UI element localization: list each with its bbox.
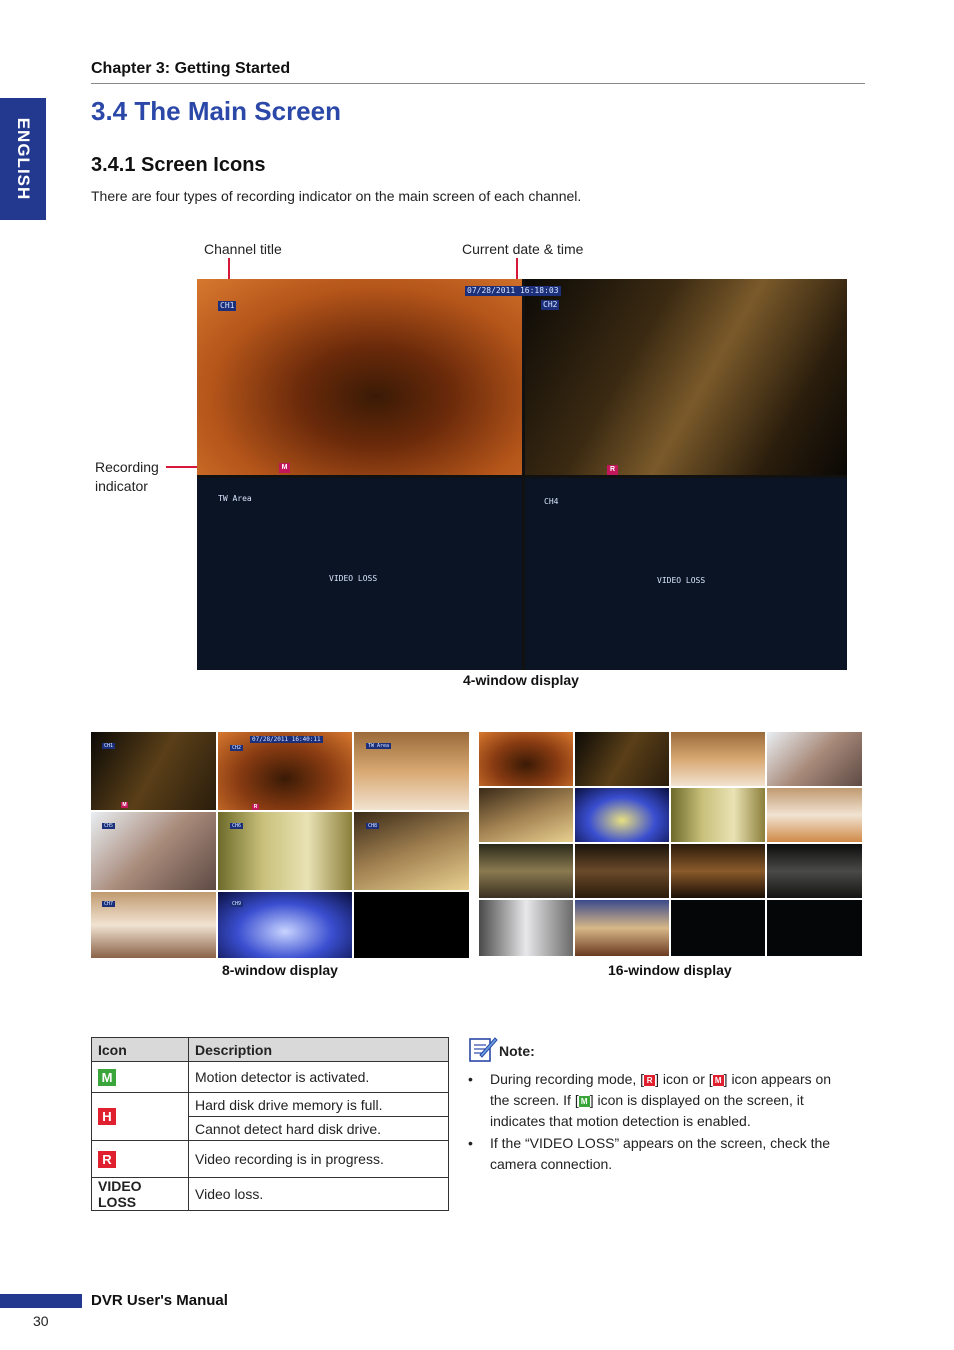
header-rule (91, 83, 865, 84)
cam16-10 (575, 844, 669, 898)
icon-table: Icon Description M Motion detector is ac… (91, 1037, 449, 1211)
table-row-icon-h: H (91, 1092, 189, 1141)
motion-m-mini-icon: M (712, 1075, 724, 1086)
osd8-ch9: CH9 (230, 901, 244, 907)
hdd-h-badge-icon: H (98, 1108, 116, 1125)
cam8-hallway: CH6 (218, 812, 352, 890)
osd-ch3-title: TW Area (218, 494, 252, 503)
label-channel-title: Channel title (204, 241, 282, 257)
page-number: 30 (33, 1313, 49, 1329)
table-cell-desc-m: Motion detector is activated. (188, 1061, 449, 1093)
camera-ch3-video-loss: TW Area VIDEO LOSS (197, 478, 522, 670)
motion-m-green-mini-icon: M (578, 1096, 590, 1107)
osd-ch1: CH1 (218, 301, 237, 311)
cam8-empty (354, 892, 469, 958)
osd8-ch7: CH8 (366, 823, 380, 829)
table-cell-desc-h2: Cannot detect hard disk drive. (188, 1116, 449, 1141)
osd8-ch1: CH1 (102, 743, 116, 749)
cam16-14 (575, 900, 669, 956)
note-text-1b: ] icon or [ (655, 1071, 713, 1087)
four-window-display: CH1 M CH2 R 07/28/2011 16:18:03 TW Area … (197, 279, 847, 670)
note-icon (468, 1035, 498, 1068)
note-bullet-1: During recording mode, [R] icon or [M] i… (468, 1069, 853, 1132)
table-cell-desc-h1: Hard disk drive memory is full. (188, 1092, 449, 1117)
cam8-kitchen: TW Area (354, 732, 469, 810)
camera-ch4-video-loss: CH4 VIDEO LOSS (525, 478, 847, 670)
osd-ch2: CH2 (541, 300, 560, 310)
cam16-16 (767, 900, 862, 956)
caption-16-window: 16-window display (608, 962, 732, 978)
cam16-11 (671, 844, 765, 898)
table-cell-desc-video-loss: Video loss. (188, 1177, 449, 1211)
footer-manual-title: DVR User's Manual (91, 1292, 228, 1309)
cam16-5 (479, 788, 573, 842)
osd8-datetime: 07/28/2011 16:40:11 (250, 736, 323, 743)
subsection-title: 3.4.1 Screen Icons (91, 154, 266, 176)
section-title: 3.4 The Main Screen (91, 96, 341, 126)
cam16-15 (671, 900, 765, 956)
record-r-mini-icon: R (644, 1075, 656, 1086)
rec8-r: R (252, 804, 259, 810)
footer-bar (0, 1294, 82, 1308)
chapter-heading: Chapter 3: Getting Started (91, 60, 291, 77)
cam8-stairs: CH5 (91, 812, 216, 890)
table-cell-video-loss: VIDEO LOSS (91, 1177, 189, 1211)
camera-ch1-staircase: CH1 M (197, 279, 522, 475)
osd-datetime: 07/28/2011 16:18:03 (465, 286, 561, 296)
record-r-badge-icon: R (98, 1150, 116, 1168)
motion-m-badge-icon: M (98, 1068, 116, 1086)
cam16-13 (479, 900, 573, 956)
note-text-1a: During recording mode, [ (490, 1071, 645, 1087)
note-list: During recording mode, [R] icon or [M] i… (468, 1069, 853, 1175)
table-cell-desc-r: Video recording is in progress. (188, 1140, 449, 1178)
recording-indicator-m: M (279, 463, 290, 473)
osd8-ch5: CH5 (102, 823, 116, 829)
cam16-7 (671, 788, 765, 842)
cam16-9 (479, 844, 573, 898)
osd8-ch3: TW Area (366, 743, 392, 749)
cam16-1 (479, 732, 573, 786)
note-title: Note: (499, 1043, 535, 1059)
label-date-time: Current date & time (462, 241, 584, 257)
note-bullet-2: If the “VIDEO LOSS” appears on the scree… (468, 1133, 853, 1175)
osd-ch4: CH4 (544, 497, 559, 506)
table-row-icon-m: M (91, 1061, 189, 1093)
language-label: ENGLISH (14, 117, 33, 201)
cam16-8 (767, 788, 862, 842)
language-side-tab: ENGLISH (0, 98, 46, 220)
cam16-6 (575, 788, 669, 842)
osd8-ch2: CH2 (230, 745, 244, 751)
osd8-ch8: CH7 (102, 901, 116, 907)
cam8-living: CH7 (91, 892, 216, 958)
recording-indicator-r: R (607, 465, 618, 475)
rec8-m: M (121, 802, 128, 808)
cam16-3 (671, 732, 765, 786)
cam16-12 (767, 844, 862, 898)
caption-4-window: 4-window display (463, 672, 579, 688)
osd-video-loss-ch4: VIDEO LOSS (657, 576, 706, 585)
table-row-icon-r: R (91, 1140, 189, 1178)
osd8-ch6: CH6 (230, 823, 244, 829)
cam8-staircase: CH2 R (218, 732, 352, 810)
cam8-arcade: CH1 M (91, 732, 216, 810)
eight-window-display: CH1 M CH2 R 07/28/2011 16:40:11 TW Area … (91, 732, 469, 958)
cam8-blue-tree: CH9 (218, 892, 352, 958)
label-recording-1: Recording (95, 459, 159, 475)
cam8-dining: CH8 (354, 812, 469, 890)
cam16-4 (767, 732, 862, 786)
sixteen-window-display (479, 732, 862, 956)
camera-ch2-arcade: CH2 R (525, 279, 847, 475)
table-header-icon: Icon (91, 1037, 189, 1062)
intro-text: There are four types of recording indica… (91, 188, 582, 204)
table-header-description: Description (188, 1037, 449, 1062)
osd-video-loss-ch3: VIDEO LOSS (329, 574, 378, 583)
cam16-2 (575, 732, 669, 786)
label-recording-2: indicator (95, 478, 148, 494)
caption-8-window: 8-window display (222, 962, 338, 978)
